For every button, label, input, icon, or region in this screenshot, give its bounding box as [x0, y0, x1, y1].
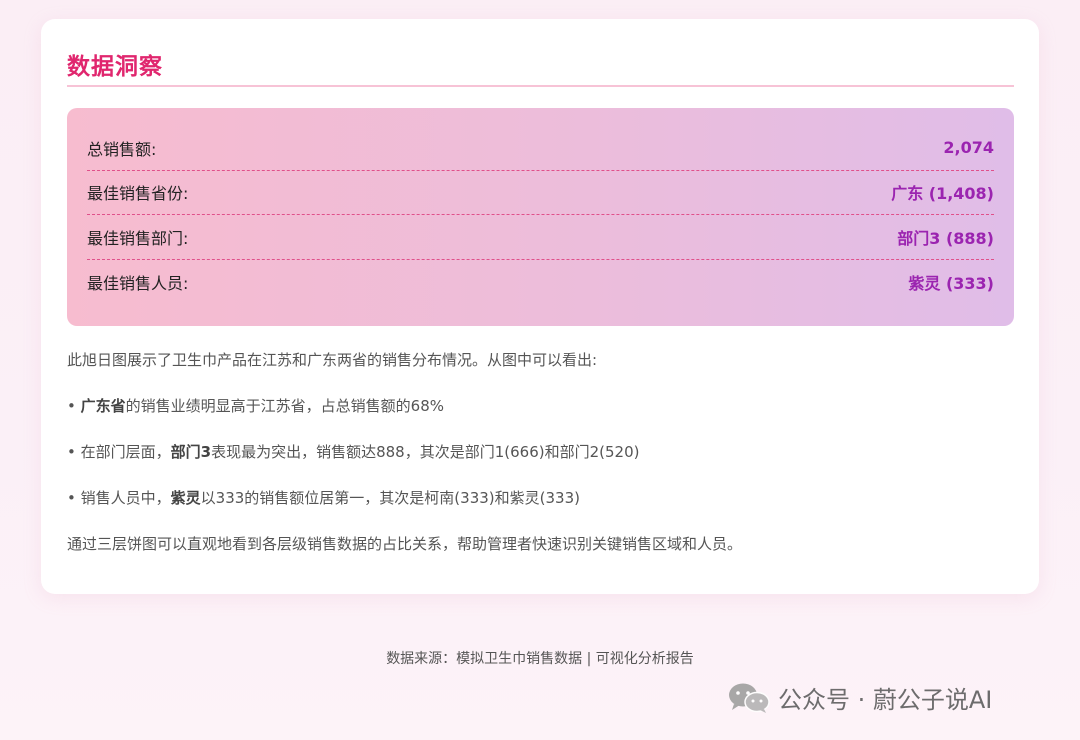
- highlight: 广东省: [80, 397, 126, 415]
- stat-label: 最佳销售省份:: [87, 184, 189, 204]
- insight-point-province: • 广东省的销售业绩明显高于江苏省，占总销售额的68%: [67, 395, 444, 416]
- insight-point-salesperson: • 销售人员中，紫灵以333的销售额位居第一，其次是柯南(333)和紫灵(333…: [67, 487, 580, 508]
- insight-point-department: • 在部门层面，部门3表现最为突出，销售额达888，其次是部门1(666)和部门…: [67, 441, 639, 462]
- stat-row-best-province: 最佳销售省份: 广东 (1,408): [87, 171, 994, 215]
- stat-value: 广东 (1,408): [891, 184, 994, 204]
- bullet: •: [67, 443, 76, 461]
- stat-label: 总销售额:: [87, 139, 157, 159]
- point-text: 的销售业绩明显高于江苏省，占总销售额的68%: [125, 397, 444, 415]
- insight-card: 数据洞察 总销售额: 2,074 最佳销售省份: 广东 (1,408) 最佳销售…: [41, 19, 1039, 594]
- stat-row-best-salesperson: 最佳销售人员: 紫灵 (333): [87, 260, 994, 305]
- watermark-text: 公众号 · 蔚公子说AI: [778, 686, 993, 714]
- bullet: •: [67, 489, 76, 507]
- stat-value: 紫灵 (333): [908, 273, 994, 293]
- bullet: •: [67, 397, 76, 415]
- stat-row-best-department: 最佳销售部门: 部门3 (888): [87, 215, 994, 260]
- highlight: 部门3: [170, 443, 212, 461]
- highlight: 紫灵: [170, 489, 201, 507]
- point-text: 以333的销售额位居第一，其次是柯南(333)和紫灵(333): [200, 489, 580, 507]
- stat-row-total-sales: 总销售额: 2,074: [87, 126, 994, 171]
- card-title: 数据洞察: [67, 54, 163, 80]
- wechat-icon: [729, 683, 770, 713]
- stat-value: 2,074: [943, 138, 994, 158]
- watermark: 公众号 · 蔚公子说AI: [728, 680, 992, 715]
- description-intro: 此旭日图展示了卫生巾产品在江苏和广东两省的销售分布情况。从图中可以看出:: [67, 351, 598, 369]
- description-conclusion: 通过三层饼图可以直观地看到各层级销售数据的占比关系，帮助管理者快速识别关键销售区…: [67, 535, 743, 553]
- title-divider: [67, 85, 1014, 87]
- point-prefix: 在部门层面，: [80, 443, 171, 461]
- point-text: 表现最为突出，销售额达888，其次是部门1(666)和部门2(520): [211, 443, 640, 461]
- point-prefix: 销售人员中，: [80, 489, 171, 507]
- stat-value: 部门3 (888): [897, 228, 994, 248]
- stat-label: 最佳销售部门:: [87, 228, 189, 248]
- stats-panel: 总销售额: 2,074 最佳销售省份: 广东 (1,408) 最佳销售部门: 部…: [67, 108, 1014, 326]
- stat-label: 最佳销售人员:: [87, 273, 189, 293]
- footer-source: 数据来源：模拟卫生巾销售数据 | 可视化分析报告: [386, 651, 694, 667]
